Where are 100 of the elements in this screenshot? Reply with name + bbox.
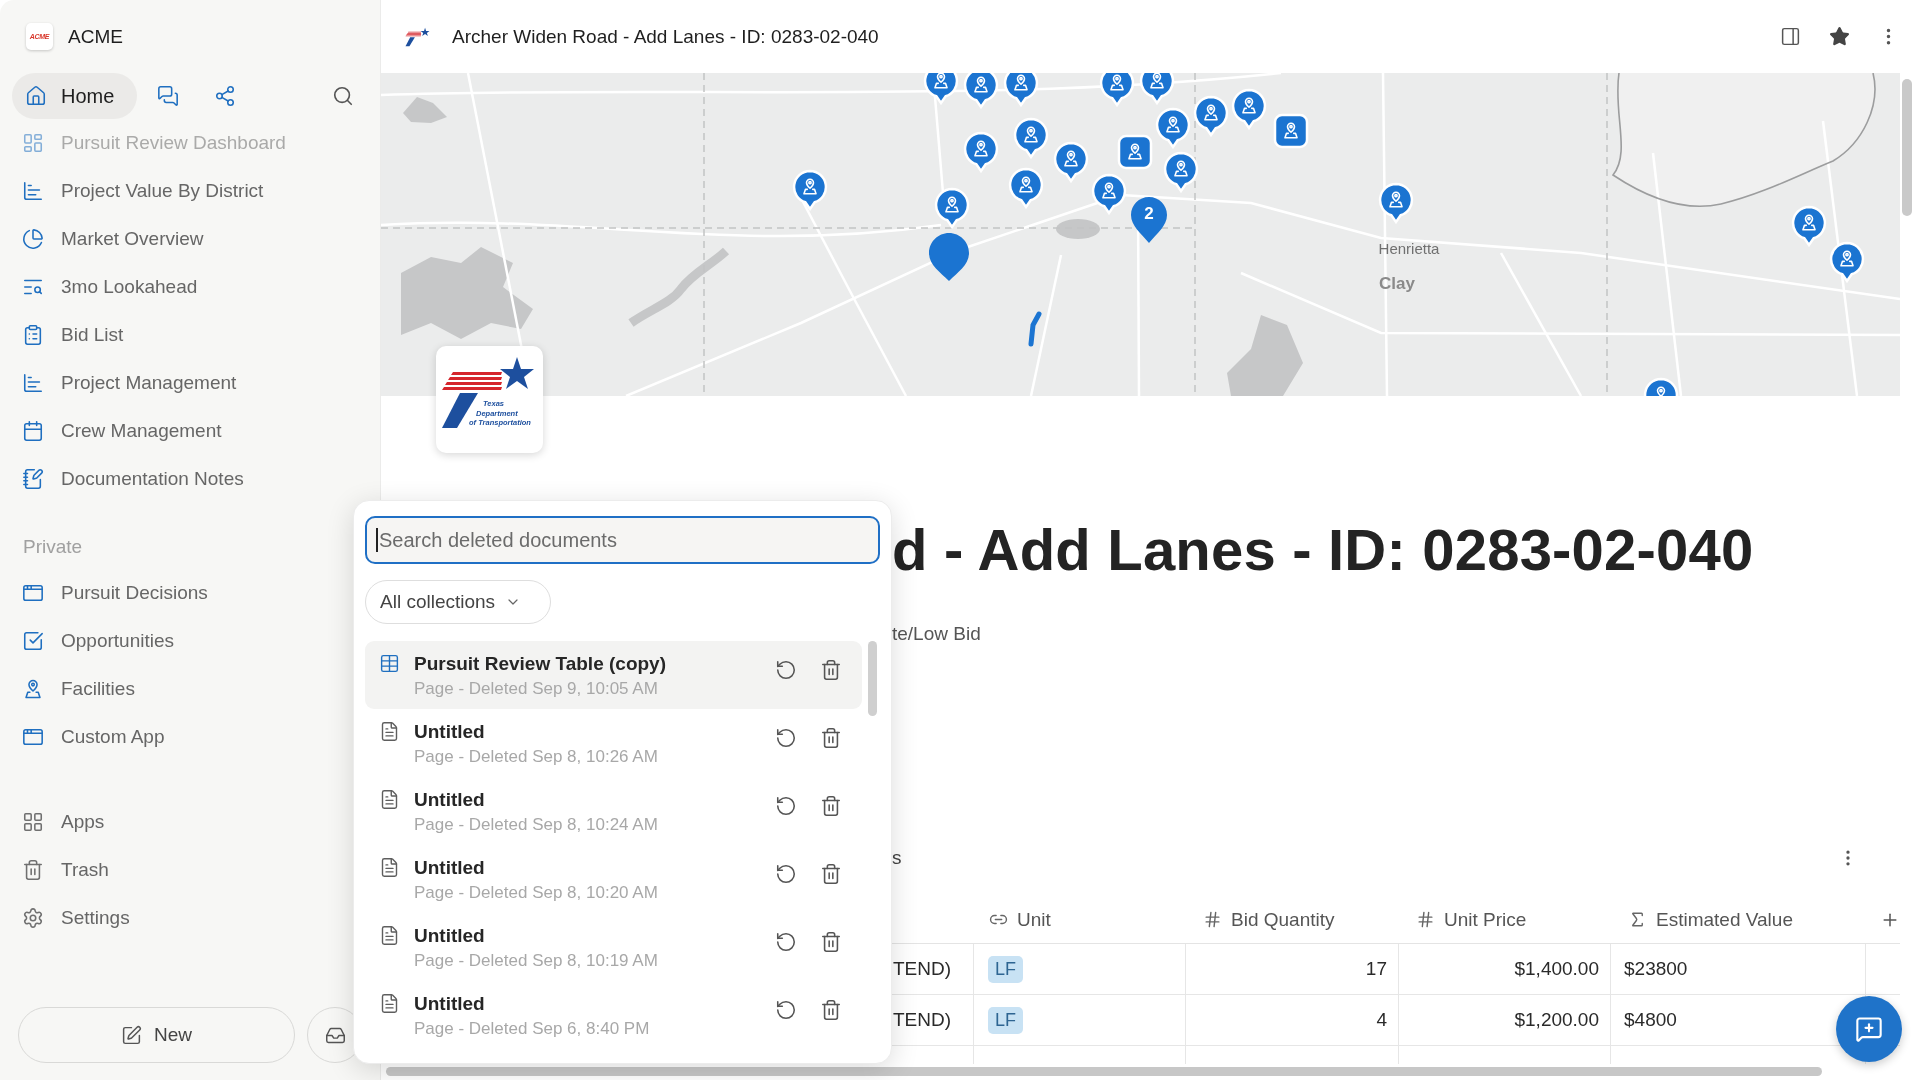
trash-icon[interactable] bbox=[820, 795, 842, 817]
table-cell: 17 bbox=[1186, 944, 1399, 994]
map-marker-icon[interactable] bbox=[963, 131, 999, 173]
document-title: Untitled bbox=[414, 857, 485, 879]
map-marker-icon[interactable] bbox=[1013, 117, 1049, 159]
map-marker-icon[interactable] bbox=[1829, 241, 1865, 283]
map-marker-icon[interactable] bbox=[1643, 377, 1679, 396]
restore-icon[interactable] bbox=[775, 727, 797, 749]
map-marker-icon[interactable] bbox=[1053, 141, 1089, 183]
column-header[interactable]: Unit Price bbox=[1399, 896, 1611, 943]
map-marker-icon[interactable] bbox=[1003, 73, 1039, 107]
app-window-icon bbox=[22, 582, 44, 604]
hash-icon bbox=[1416, 910, 1435, 929]
column-header[interactable]: Estimated Value bbox=[1611, 896, 1866, 943]
trash-icon[interactable] bbox=[820, 863, 842, 885]
map-marker-icon[interactable] bbox=[934, 187, 970, 229]
map-label: Clay bbox=[1379, 274, 1415, 294]
bar-chart-icon bbox=[22, 180, 44, 202]
restore-icon[interactable] bbox=[775, 795, 797, 817]
restore-icon[interactable] bbox=[775, 659, 797, 681]
document-icon bbox=[379, 857, 400, 878]
collection-dropdown[interactable]: All collections bbox=[365, 580, 551, 624]
search-field[interactable]: Search deleted documents bbox=[365, 516, 880, 564]
map-marker-icon[interactable] bbox=[963, 73, 999, 109]
document-title: Pursuit Review Table (copy) bbox=[414, 653, 666, 675]
table-cell: 4 bbox=[1186, 995, 1399, 1045]
deleted-document-item[interactable]: Untitled Page - Deleted Sep 6, 8:40 PM bbox=[365, 981, 862, 1049]
map-marker-icon[interactable] bbox=[1117, 134, 1153, 170]
checked-box-icon bbox=[22, 630, 44, 652]
clipboard-icon bbox=[22, 324, 44, 346]
document-icon bbox=[379, 993, 400, 1014]
unit-tag: LF bbox=[988, 955, 1023, 983]
section-heading: Private bbox=[23, 535, 83, 559]
map-marker-icon[interactable] bbox=[1791, 205, 1827, 247]
sidebar-item[interactable]: Bid List bbox=[0, 311, 380, 359]
trash-icon[interactable] bbox=[820, 931, 842, 953]
sidebar-item[interactable]: Documentation Notes bbox=[0, 455, 380, 503]
document-meta: Page - Deleted Sep 8, 10:20 AM bbox=[414, 882, 658, 903]
app-window-icon bbox=[22, 726, 44, 748]
document-meta: Page - Deleted Sep 8, 10:24 AM bbox=[414, 814, 658, 835]
document-title: Untitled bbox=[414, 789, 485, 811]
map-marker-icon[interactable] bbox=[1231, 88, 1267, 130]
document-meta: Page - Deleted Sep 6, 8:40 PM bbox=[414, 1018, 650, 1039]
list-scrollbar[interactable] bbox=[868, 641, 877, 716]
notebook-pen-icon bbox=[22, 468, 44, 490]
trash-icon bbox=[22, 859, 44, 881]
map-marker-icon[interactable] bbox=[792, 169, 828, 211]
map-marker-icon[interactable] bbox=[1163, 151, 1199, 193]
pen-square-icon bbox=[121, 1024, 142, 1046]
chat-icon bbox=[157, 85, 180, 107]
cluster-marker[interactable]: 2 bbox=[1129, 195, 1169, 245]
sidebar-item[interactable]: Market Overview bbox=[0, 215, 380, 263]
message-plus-icon bbox=[1855, 1015, 1883, 1043]
hash-icon bbox=[1203, 910, 1222, 929]
chat-button[interactable] bbox=[1836, 996, 1902, 1062]
side-panel-icon[interactable] bbox=[1780, 26, 1801, 47]
map-pin-icon[interactable] bbox=[927, 231, 971, 283]
map-marker-icon[interactable] bbox=[1378, 182, 1414, 224]
home-tab[interactable]: Home bbox=[12, 73, 138, 119]
map-marker-icon[interactable] bbox=[1008, 167, 1044, 209]
restore-icon[interactable] bbox=[775, 863, 797, 885]
table-cell: $23800 bbox=[1611, 944, 1866, 994]
sidebar-item[interactable]: 3mo Lookahead bbox=[0, 263, 380, 311]
page-title: d - Add Lanes - ID: 0283-02-040 bbox=[892, 518, 1754, 582]
sidebar-item[interactable]: Crew Management bbox=[0, 407, 380, 455]
dashboard-icon bbox=[22, 132, 44, 154]
table-cell: $1,200.00 bbox=[1399, 995, 1611, 1045]
pie-chart-icon bbox=[22, 228, 44, 250]
map-marker-icon[interactable] bbox=[923, 73, 959, 105]
calendar-icon bbox=[22, 420, 44, 442]
document-icon bbox=[379, 925, 400, 946]
document-icon bbox=[379, 721, 400, 742]
restore-icon[interactable] bbox=[775, 931, 797, 953]
sidebar-item[interactable]: Project Management bbox=[0, 359, 380, 407]
sidebar-item[interactable]: Project Value By District bbox=[0, 167, 380, 215]
trash-icon[interactable] bbox=[820, 659, 842, 681]
star-icon[interactable] bbox=[1829, 26, 1850, 47]
document-title: Untitled bbox=[414, 925, 485, 947]
search-icon[interactable] bbox=[332, 85, 354, 107]
map-marker-icon[interactable] bbox=[1193, 95, 1229, 137]
map-marker-icon[interactable] bbox=[1091, 173, 1127, 215]
settings-icon bbox=[22, 907, 44, 929]
column-header[interactable]: Unit bbox=[974, 896, 1186, 943]
restore-icon[interactable] bbox=[775, 999, 797, 1021]
trash-icon[interactable] bbox=[820, 999, 842, 1021]
map-marker-icon[interactable] bbox=[1155, 107, 1191, 149]
home-icon bbox=[25, 85, 47, 107]
trash-icon[interactable] bbox=[820, 727, 842, 749]
unit-tag: LF bbox=[988, 1006, 1023, 1034]
map-marker-icon[interactable] bbox=[1139, 73, 1175, 105]
map-marker-icon[interactable] bbox=[1099, 73, 1135, 107]
location-person-icon bbox=[22, 678, 44, 700]
vertical-scrollbar[interactable] bbox=[1902, 79, 1912, 216]
horizontal-scrollbar[interactable] bbox=[386, 1067, 1822, 1076]
deleted-document-item[interactable]: Pursuit Review Table (copy) Page - Deleted Sep 9, 10:05 AM bbox=[365, 641, 862, 709]
column-header[interactable]: Bid Quantity bbox=[1186, 896, 1399, 943]
map-label: Henrietta bbox=[1378, 239, 1440, 257]
workspace-name: ACME bbox=[68, 25, 123, 48]
map-marker-icon[interactable] bbox=[1273, 113, 1309, 149]
bar-chart-icon bbox=[22, 372, 44, 394]
